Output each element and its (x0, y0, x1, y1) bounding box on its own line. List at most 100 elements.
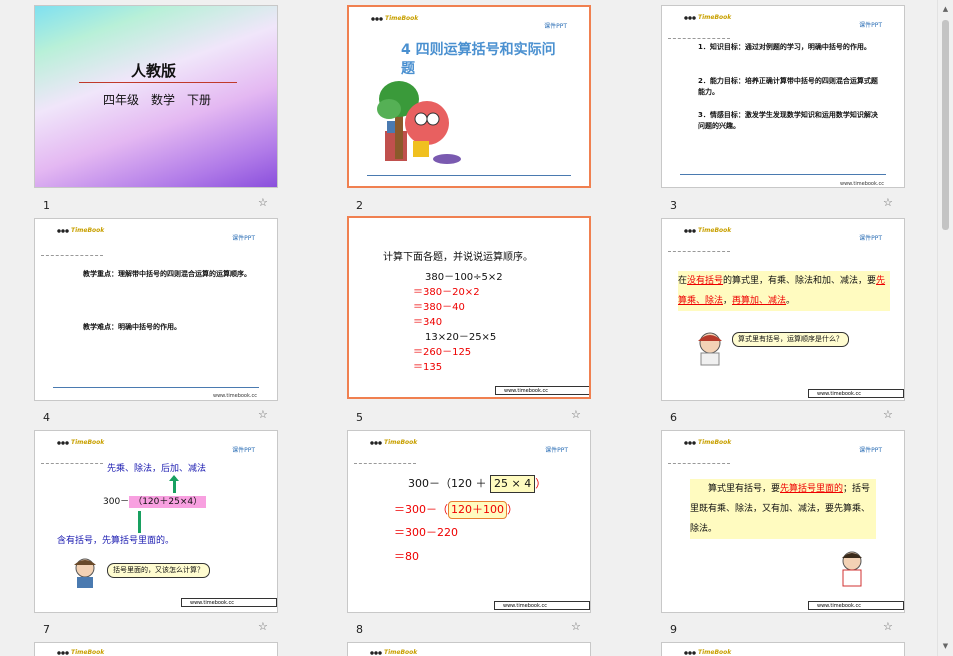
slide-title: 人教版 (131, 62, 177, 80)
bottom-text: 含有括号，先算括号里面的。 (57, 536, 175, 546)
slide-header: TimeBook 课件PPT (35, 431, 277, 463)
courseware-label: 课件PPT (859, 235, 882, 242)
instruction: 计算下面各题，并说说运算顺序。 (383, 252, 533, 263)
slide-thumbnail-10[interactable]: TimeBook (34, 642, 278, 656)
step: ＝340 (413, 317, 443, 328)
star-icon[interactable]: ☆ (571, 620, 581, 633)
timebook-logo: TimeBook (684, 439, 731, 446)
slide-header: TimeBook 课件PPT (35, 219, 277, 251)
goal-2: 2．能力目标：培养正确计算带中括号的四则混合运算式题能力。 (698, 77, 878, 96)
timebook-logo: TimeBook (371, 15, 418, 22)
arrow-up-head (169, 475, 179, 481)
slide-number: 7 (43, 623, 50, 636)
star-icon[interactable]: ☆ (258, 620, 268, 633)
character-illustration (842, 551, 862, 587)
slide-thumbnail-12[interactable]: TimeBook (661, 642, 905, 656)
slide-header: TimeBook 课件PPT (348, 431, 590, 463)
slide-subtitle: 四年级 数学 下册 (103, 93, 212, 107)
slide-thumbnail-4[interactable]: TimeBook 课件PPT 教学重点：理解带中括号的四则混合运算的运算顺序。 … (34, 218, 278, 401)
site-url-box: www.timebook.cc (494, 601, 590, 610)
site-url-box: www.timebook.cc (808, 601, 904, 610)
timebook-logo: TimeBook (370, 649, 417, 656)
courseware-label: 课件PPT (859, 447, 882, 454)
slide-thumbnail-6[interactable]: TimeBook 课件PPT 在没有括号的算式里，有乘、除法和加、减法，要先算乘… (661, 218, 905, 401)
slide-thumbnail-9[interactable]: TimeBook 课件PPT 算式里有括号，要先算括号里面的；括号里既有乘、除法… (661, 430, 905, 613)
timebook-logo: TimeBook (684, 649, 731, 656)
slide-number: 5 (356, 411, 363, 424)
slide-header: TimeBook 课件PPT (349, 7, 589, 39)
timebook-logo: TimeBook (684, 14, 731, 21)
timebook-logo: TimeBook (370, 439, 417, 446)
star-icon[interactable]: ☆ (883, 408, 893, 421)
courseware-label: 课件PPT (232, 447, 255, 454)
timebook-logo: TimeBook (57, 649, 104, 656)
step: ＝135 (413, 362, 443, 373)
timebook-logo: TimeBook (684, 227, 731, 234)
star-icon[interactable]: ☆ (883, 196, 893, 209)
slide-thumbnail-5[interactable]: 计算下面各题，并说说运算顺序。 380－100÷5×2 ＝380－20×2 ＝3… (347, 216, 591, 399)
slide-header: TimeBook 课件PPT (662, 6, 904, 38)
dashed-divider (668, 251, 730, 252)
dashed-divider (41, 463, 103, 464)
footer-line (53, 387, 259, 388)
character-illustration (74, 558, 96, 588)
slide-number: 8 (356, 623, 363, 636)
step: ＝380－20×2 (413, 287, 480, 298)
courseware-label: 课件PPT (544, 23, 567, 30)
slide-number: 6 (670, 411, 677, 424)
slide-header: TimeBook 课件PPT (662, 431, 904, 463)
site-url-box: www.timebook.cc (495, 386, 589, 395)
expr-1: 380－100÷5×2 (425, 272, 503, 283)
vertical-scrollbar[interactable]: ▲ ▼ (937, 0, 953, 656)
divider (79, 82, 237, 83)
line-4: ＝80 (394, 550, 419, 563)
dashed-divider (41, 255, 103, 256)
site-url-box: www.timebook.cc (808, 389, 904, 398)
slide-thumbnail-7[interactable]: TimeBook 课件PPT 先乘、除法，后加、减法 300－ （120＋25×4… (34, 430, 278, 613)
slide-thumbnail-2[interactable]: TimeBook 课件PPT 4 四则运算括号和实际问题 (347, 5, 591, 188)
key-point: 教学重点：理解带中括号的四则混合运算的运算顺序。 (83, 270, 251, 278)
slide-number: 1 (43, 199, 50, 212)
slide-thumbnail-1[interactable]: 人教版 四年级 数学 下册 (34, 5, 278, 188)
star-icon[interactable]: ☆ (571, 408, 581, 421)
expr-2: 13×20－25×5 (425, 332, 497, 343)
scrollbar-thumb[interactable] (942, 20, 949, 230)
slide-number: 2 (356, 199, 363, 212)
goal-1: 1．知识目标：通过对例题的学习，明确中括号的作用。 (698, 43, 871, 51)
slide-thumbnail-8[interactable]: TimeBook 课件PPT 300－（120 ＋ 25 × 4） ＝300－（… (347, 430, 591, 613)
slide-number: 3 (670, 199, 677, 212)
slide-number: 9 (670, 623, 677, 636)
timebook-logo: TimeBook (57, 439, 104, 446)
slide-thumbnail-3[interactable]: TimeBook 课件PPT 1．知识目标：通过对例题的学习，明确中括号的作用。… (661, 5, 905, 188)
scroll-down-icon[interactable]: ▼ (938, 639, 953, 654)
courseware-label: 课件PPT (232, 235, 255, 242)
dashed-divider (668, 38, 730, 39)
star-icon[interactable]: ☆ (258, 196, 268, 209)
difficult-point: 教学难点：明确中括号的作用。 (83, 323, 181, 331)
cartoon-illustration (377, 81, 461, 164)
slide-number: 4 (43, 411, 50, 424)
speech-bubble: 算式里有括号，运算顺序是什么？ (732, 332, 849, 347)
slide-thumbnail-11[interactable]: TimeBook (347, 642, 591, 656)
footer-line (680, 174, 886, 175)
line-3: ＝300－220 (394, 526, 458, 539)
slide-header: TimeBook 课件PPT (662, 219, 904, 251)
dashed-divider (354, 463, 416, 464)
line-1: 300－（120 ＋ 25 × 4） (408, 475, 546, 493)
star-icon[interactable]: ☆ (883, 620, 893, 633)
site-url: www.timebook.cc (840, 181, 884, 187)
rule-text: 算式里有括号，要先算括号里面的；括号里既有乘、除法，又有加、减法，要先算乘、除法… (690, 479, 876, 539)
slide-sorter-grid: 人教版 四年级 数学 下册 1 ☆ TimeBook 课件PPT 4 四则运算括… (0, 0, 938, 656)
star-icon[interactable]: ☆ (258, 408, 268, 421)
courseware-label: 课件PPT (545, 447, 568, 454)
step: ＝260－125 (413, 347, 472, 358)
line-2: ＝300－（ 120＋100） (394, 501, 518, 519)
goal-3: 3．情感目标：激发学生发现数学知识和运用数学知识解决问题的兴趣。 (698, 111, 878, 130)
timebook-logo: TimeBook (57, 227, 104, 234)
arrow-down-icon (138, 511, 141, 533)
dashed-divider (668, 463, 730, 464)
footer-line (367, 175, 571, 176)
rule-text: 在没有括号的算式里，有乘、除法和加、减法，要先算乘、除法，再算加、减法。 (678, 271, 890, 311)
scroll-up-icon[interactable]: ▲ (938, 2, 953, 17)
courseware-label: 课件PPT (859, 22, 882, 29)
